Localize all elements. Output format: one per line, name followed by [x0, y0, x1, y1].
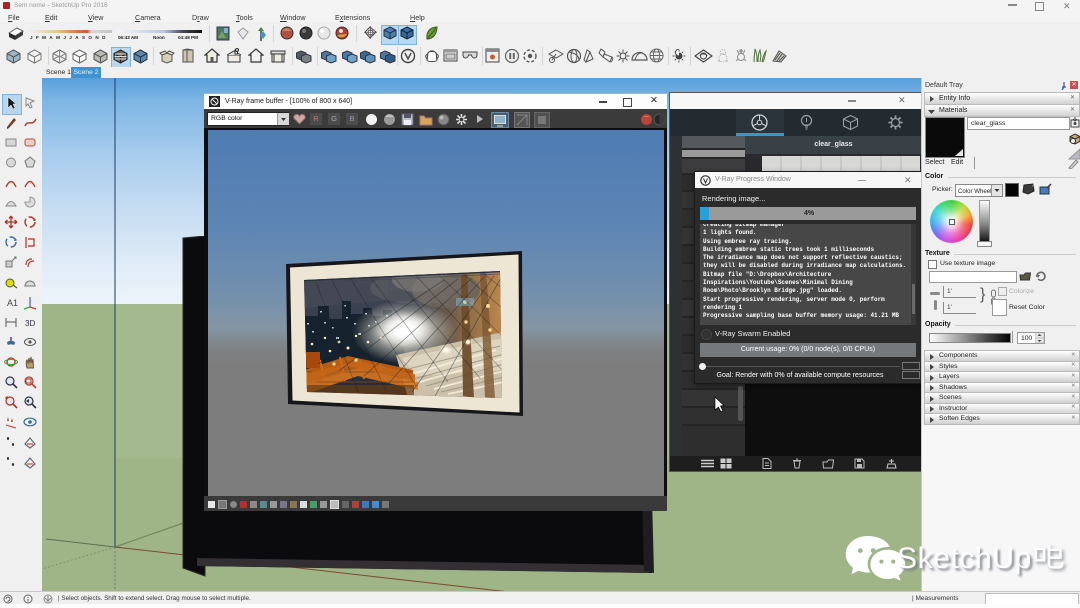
svg-text:3D: 3D [25, 319, 35, 328]
svg-text:A1: A1 [7, 298, 18, 308]
